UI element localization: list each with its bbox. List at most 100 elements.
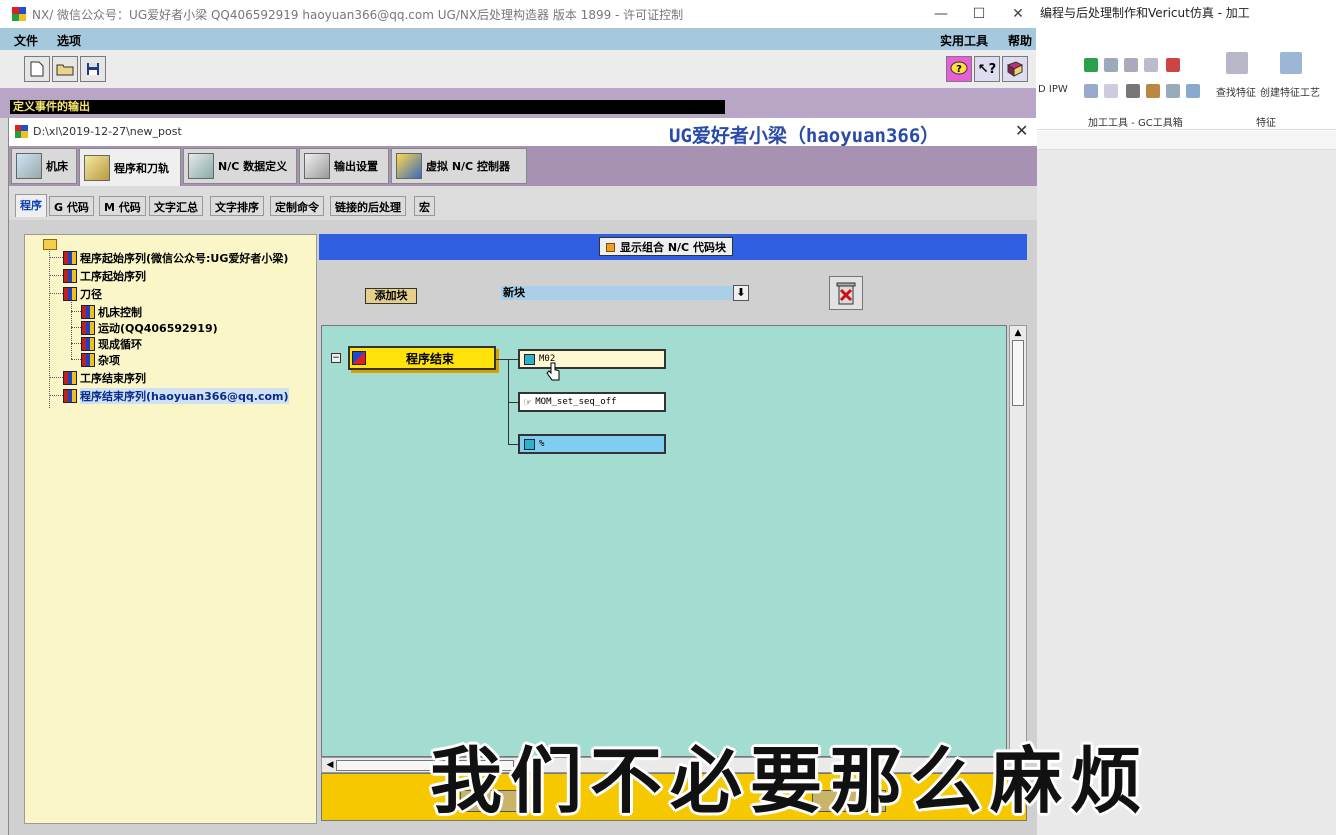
scroll-up-icon[interactable]: ▲ xyxy=(1012,328,1024,338)
background-nx-window: 编程与后处理制作和Vericut仿真 - 加工 D IPW 加工工具 - GC工… xyxy=(1036,0,1336,835)
scrollbar-thumb[interactable] xyxy=(1012,340,1024,406)
tree-connector xyxy=(71,359,81,360)
add-block-button[interactable]: 添加块 xyxy=(365,288,417,304)
block-connector xyxy=(508,444,518,445)
vertical-scrollbar[interactable]: ▲ xyxy=(1009,325,1027,757)
window-title: NX/ 微信公众号：UG爱好者小梁 QQ406592919 haoyuan366… xyxy=(32,8,684,22)
virtual-controller-icon xyxy=(396,153,422,179)
tree-item-canned-cycles[interactable]: 现成循环 xyxy=(81,336,142,352)
menu-help[interactable]: 帮助 xyxy=(1008,32,1032,49)
tree-connector xyxy=(49,377,63,378)
gc-toolbox-group-label: 加工工具 - GC工具箱 xyxy=(1088,118,1183,129)
check-icon[interactable] xyxy=(1084,58,1098,72)
tab-virtual-nc-controller[interactable]: 虚拟 N/C 控制器 xyxy=(391,148,527,184)
tree-item-machine-control[interactable]: 机床控制 xyxy=(81,304,142,320)
folder-icon[interactable] xyxy=(43,239,57,250)
create-feature-process-button[interactable]: 创建特征工艺 xyxy=(1260,84,1320,99)
background-separator xyxy=(1036,131,1336,150)
new-file-icon xyxy=(30,61,44,77)
tree-item-operation-start[interactable]: 工序起始序列 xyxy=(63,268,146,284)
sub-tab-bar: 程序 G 代码 M 代码 文字汇总 文字排序 定制命令 链接的后处理 宏 xyxy=(9,186,1037,220)
tool-icon[interactable] xyxy=(1146,84,1160,98)
display-combined-blocks-toggle[interactable]: 显示组合 N/C 代码块 xyxy=(599,237,733,256)
subtab-macro[interactable]: 宏 xyxy=(414,196,435,216)
machine-tool-icon xyxy=(16,153,42,179)
tree-item-tool-path[interactable]: 刀径 xyxy=(63,286,102,302)
tree-connector xyxy=(71,311,81,312)
tool-icon[interactable] xyxy=(1144,58,1158,72)
tab-program-toolpath[interactable]: 程序和刀轨 xyxy=(79,148,181,186)
tree-connector xyxy=(49,257,63,258)
event-block-program-end[interactable]: 程序结束 xyxy=(348,346,496,370)
background-window-title: 编程与后处理制作和Vericut仿真 - 加工 xyxy=(1040,6,1250,20)
mouse-cursor-icon xyxy=(546,362,560,381)
tool-icon[interactable] xyxy=(1126,84,1140,98)
tree-connector xyxy=(71,327,81,328)
block-connector xyxy=(508,402,518,403)
sequence-icon xyxy=(63,251,77,265)
tree-item-miscellaneous[interactable]: 杂项 xyxy=(81,352,120,368)
block-icon xyxy=(524,438,535,450)
tool-icon[interactable] xyxy=(1166,84,1180,98)
new-file-button[interactable] xyxy=(24,56,50,82)
close-button[interactable]: ✕ xyxy=(1003,4,1033,24)
sequence-icon xyxy=(63,371,77,385)
tool-icon[interactable] xyxy=(1104,58,1118,72)
tree-item-operation-end[interactable]: 工序结束序列 xyxy=(63,370,146,386)
tab-output-settings[interactable]: 输出设置 xyxy=(299,148,389,184)
block-canvas[interactable]: − 程序结束 M02 ☞ MOM_set_seq_off % xyxy=(321,325,1007,757)
collapse-toggle[interactable]: − xyxy=(331,353,341,363)
combine-label: 显示组合 N/C 代码块 xyxy=(620,241,726,254)
tree-item-motion[interactable]: 运动(QQ406592919) xyxy=(81,320,218,336)
block-connector xyxy=(496,359,508,360)
help-balloon-button[interactable]: ? xyxy=(946,56,972,82)
nc-block-custom-command[interactable]: ☞ MOM_set_seq_off xyxy=(518,392,666,412)
subtab-word-summary[interactable]: 文字汇总 xyxy=(149,196,203,216)
tab-nc-data-definitions[interactable]: N/C 数据定义 xyxy=(183,148,297,184)
minimize-button[interactable]: — xyxy=(926,4,956,24)
tree-item-program-start[interactable]: 程序起始序列(微信公众号:UG爱好者小梁) xyxy=(63,250,288,266)
open-file-button[interactable] xyxy=(52,56,78,82)
trash-bin-button[interactable] xyxy=(829,276,863,310)
new-block-select[interactable]: 新块 xyxy=(501,286,733,300)
scroll-left-icon[interactable]: ◀ xyxy=(324,760,336,770)
maximize-button[interactable]: ☐ xyxy=(964,4,994,24)
nc-data-icon xyxy=(188,153,214,179)
menu-utilities[interactable]: 实用工具 xyxy=(940,32,988,49)
nc-block-percent[interactable]: % xyxy=(518,434,666,454)
inner-close-button[interactable]: ✕ xyxy=(1015,121,1028,140)
sequence-icon xyxy=(63,389,77,403)
subtab-custom-command[interactable]: 定制命令 xyxy=(270,196,324,216)
save-button[interactable] xyxy=(80,56,106,82)
context-help-button[interactable]: ↖? xyxy=(974,56,1000,82)
tree-item-program-end[interactable]: 程序结束序列(haoyuan366@qq.com) xyxy=(63,388,289,404)
nc-block-m02[interactable]: M02 xyxy=(518,349,666,369)
menu-file[interactable]: 文件 xyxy=(14,32,38,49)
tool-icon[interactable] xyxy=(1166,58,1180,72)
svg-text:?: ? xyxy=(956,64,962,75)
dropdown-arrow-icon[interactable]: ⬇ xyxy=(733,285,749,301)
tab-machine[interactable]: 机床 xyxy=(11,148,77,184)
create-feature-process-icon[interactable] xyxy=(1280,52,1302,74)
tree-connector xyxy=(49,293,63,294)
tool-icon[interactable] xyxy=(1084,84,1098,98)
book-icon xyxy=(1006,61,1024,77)
background-ribbon: D IPW 加工工具 - GC工具箱 查找特征 创建特征工艺 特征 xyxy=(1036,44,1336,130)
tool-icon[interactable] xyxy=(1124,58,1138,72)
watermark-text: UG爱好者小梁（haoyuan366） xyxy=(669,125,940,147)
find-feature-button[interactable]: 查找特征 xyxy=(1216,84,1256,99)
title-bar: NX/ 微信公众号：UG爱好者小梁 QQ406592919 haoyuan366… xyxy=(0,0,1036,28)
subtab-word-sequencing[interactable]: 文字排序 xyxy=(210,196,264,216)
subtab-linked-posts[interactable]: 链接的后处理 xyxy=(330,196,406,216)
manual-button[interactable] xyxy=(1002,56,1028,82)
find-feature-icon[interactable] xyxy=(1226,52,1248,74)
tool-icon[interactable] xyxy=(1104,84,1118,98)
menu-options[interactable]: 选项 xyxy=(57,32,81,49)
tab-label: 程序和刀轨 xyxy=(114,161,169,175)
feature-group-label: 特征 xyxy=(1256,118,1276,129)
subtab-program[interactable]: 程序 xyxy=(15,194,47,217)
subtab-m-codes[interactable]: M 代码 xyxy=(99,196,146,216)
tool-icon[interactable] xyxy=(1186,84,1200,98)
sequence-icon xyxy=(81,337,95,351)
subtab-g-codes[interactable]: G 代码 xyxy=(49,196,94,216)
